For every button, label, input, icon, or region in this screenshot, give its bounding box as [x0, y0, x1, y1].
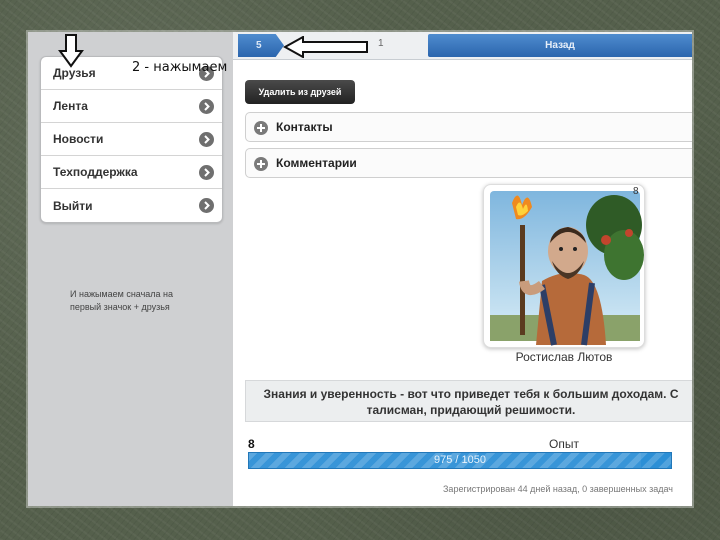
quote-line: талисман, придающий решимости. [366, 403, 576, 417]
level-badge: 8 [633, 186, 639, 197]
section-label: Комментарии [276, 156, 357, 170]
quote-line: Знания и уверенность - вот что приведет … [263, 387, 679, 401]
menu-item-support[interactable]: Техподдержка [41, 156, 222, 189]
chevron-right-icon [199, 165, 214, 180]
chevron-right-icon [199, 132, 214, 147]
menu-item-label: Новости [53, 132, 104, 146]
left-arrow-icon [283, 36, 368, 58]
breadcrumb-next[interactable]: 1 [378, 38, 384, 49]
top-bar: 5 1 Назад [233, 32, 692, 60]
back-button[interactable]: Назад [428, 34, 692, 57]
menu-item-label: Техподдержка [53, 165, 138, 179]
presentation-slide: Друзья Лента Новости Техподдержка Выйти … [28, 32, 692, 506]
menu-item-label: Друзья [53, 66, 96, 80]
annotation-instructions: И нажымаем сначала на первый значок + др… [70, 289, 174, 312]
chevron-right-icon [199, 198, 214, 213]
menu-item-label: Выйти [53, 198, 93, 213]
user-level: 8 [248, 437, 255, 451]
character-portrait [490, 191, 644, 346]
user-name[interactable]: Ростислав Лютов [483, 350, 645, 364]
registration-info: Зарегистрирован 44 дней назад, 0 заверше… [443, 484, 673, 494]
sidebar: Друзья Лента Новости Техподдержка Выйти … [28, 32, 233, 506]
plus-circle-icon [254, 121, 268, 135]
menu-item-label: Лента [53, 99, 88, 113]
breadcrumb-current[interactable]: 5 [238, 34, 284, 57]
remove-friend-button[interactable]: Удалить из друзей [245, 80, 355, 104]
user-status-quote: Знания и уверенность - вот что приведет … [245, 380, 692, 422]
xp-progress-bar: 975 / 1050 [248, 452, 672, 469]
section-label: Контакты [276, 120, 333, 134]
menu-item-logout[interactable]: Выйти [41, 189, 222, 222]
menu-item-news[interactable]: Новости [41, 123, 222, 156]
contacts-section[interactable]: Контакты [245, 112, 692, 142]
avatar[interactable] [483, 184, 645, 348]
xp-label: Опыт [549, 437, 579, 451]
annotation-step-two: 2 - нажымаем [132, 60, 228, 75]
menu-item-feed[interactable]: Лента [41, 90, 222, 123]
plus-circle-icon [254, 157, 268, 171]
main-content: 5 1 Назад Удалить из друзей Контакты Ком… [233, 32, 692, 506]
xp-progress-text: 975 / 1050 [434, 454, 486, 466]
main-menu: Друзья Лента Новости Техподдержка Выйти [40, 56, 223, 223]
comments-section[interactable]: Комментарии [245, 148, 692, 178]
down-arrow-icon [58, 34, 84, 68]
chevron-right-icon [199, 99, 214, 114]
